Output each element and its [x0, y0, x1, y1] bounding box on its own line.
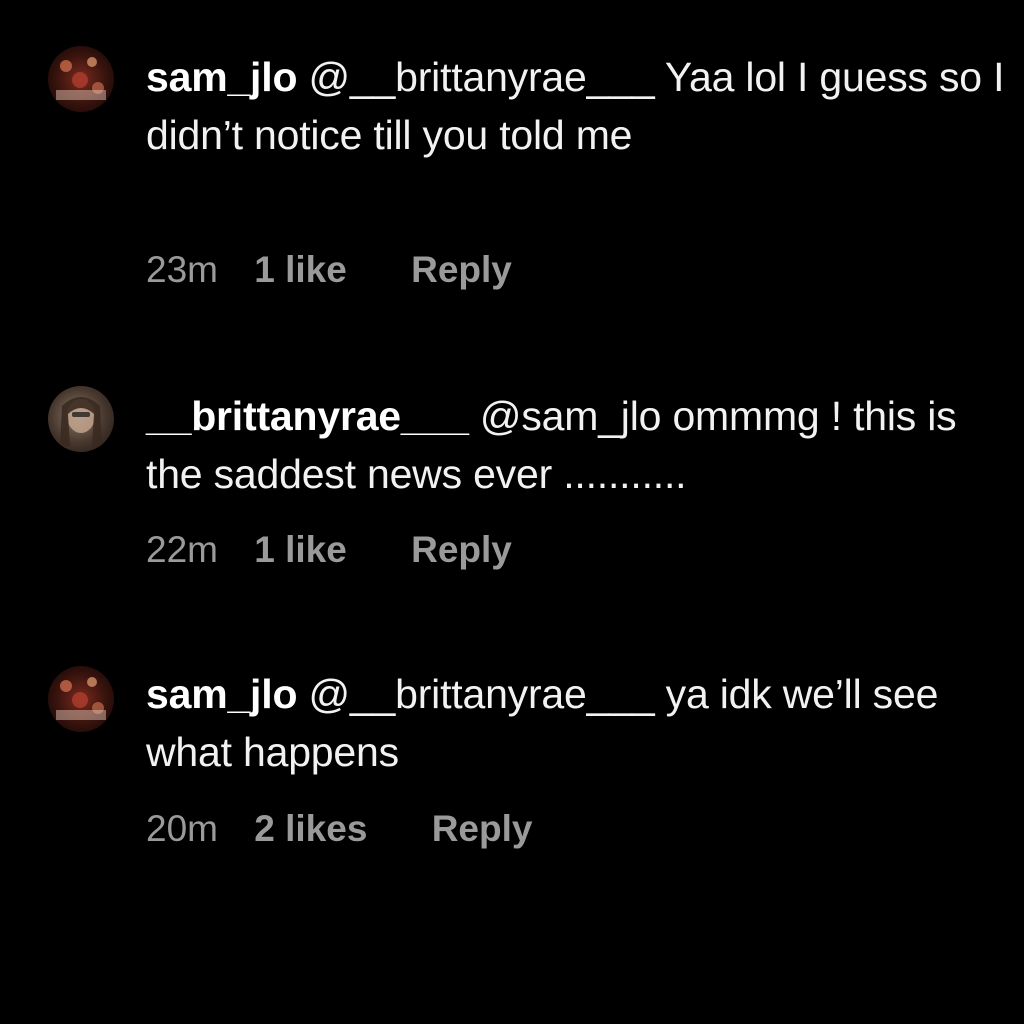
comment-meta: 23m 1 like Reply	[146, 247, 512, 293]
comment-likes[interactable]: 1 like	[254, 247, 347, 293]
reply-button[interactable]: Reply	[432, 806, 533, 852]
comment-time: 22m	[146, 529, 218, 570]
avatar[interactable]	[48, 386, 114, 452]
comment-mention[interactable]: @__brittanyrae___	[309, 54, 655, 100]
comment-mention[interactable]: @sam_jlo	[480, 393, 662, 439]
avatar-image	[48, 46, 114, 112]
comment-time: 23m	[146, 249, 218, 290]
avatar[interactable]	[48, 666, 114, 732]
reply-button[interactable]: Reply	[411, 527, 512, 573]
comment-username[interactable]: sam_jlo	[146, 54, 297, 100]
comment-text: sam_jlo @__brittanyrae___ Yaa lol I gues…	[146, 48, 1006, 164]
comment-meta: 22m 1 like Reply	[146, 527, 512, 573]
comment-username[interactable]: sam_jlo	[146, 671, 297, 717]
comment-meta: 20m 2 likes Reply	[146, 806, 532, 852]
reply-button[interactable]: Reply	[411, 247, 512, 293]
comment-text: __brittanyrae___ @sam_jlo ommmg ! this i…	[146, 387, 1006, 503]
comment-text: sam_jlo @__brittanyrae___ ya idk we’ll s…	[146, 665, 1006, 781]
avatar-image	[48, 386, 114, 452]
comment-username[interactable]: __brittanyrae___	[146, 393, 469, 439]
comment-likes[interactable]: 2 likes	[254, 806, 367, 852]
comment-mention[interactable]: @__brittanyrae___	[309, 671, 655, 717]
avatar[interactable]	[48, 46, 114, 112]
comment-likes[interactable]: 1 like	[254, 527, 347, 573]
avatar-image	[48, 666, 114, 732]
comment-time: 20m	[146, 808, 218, 849]
